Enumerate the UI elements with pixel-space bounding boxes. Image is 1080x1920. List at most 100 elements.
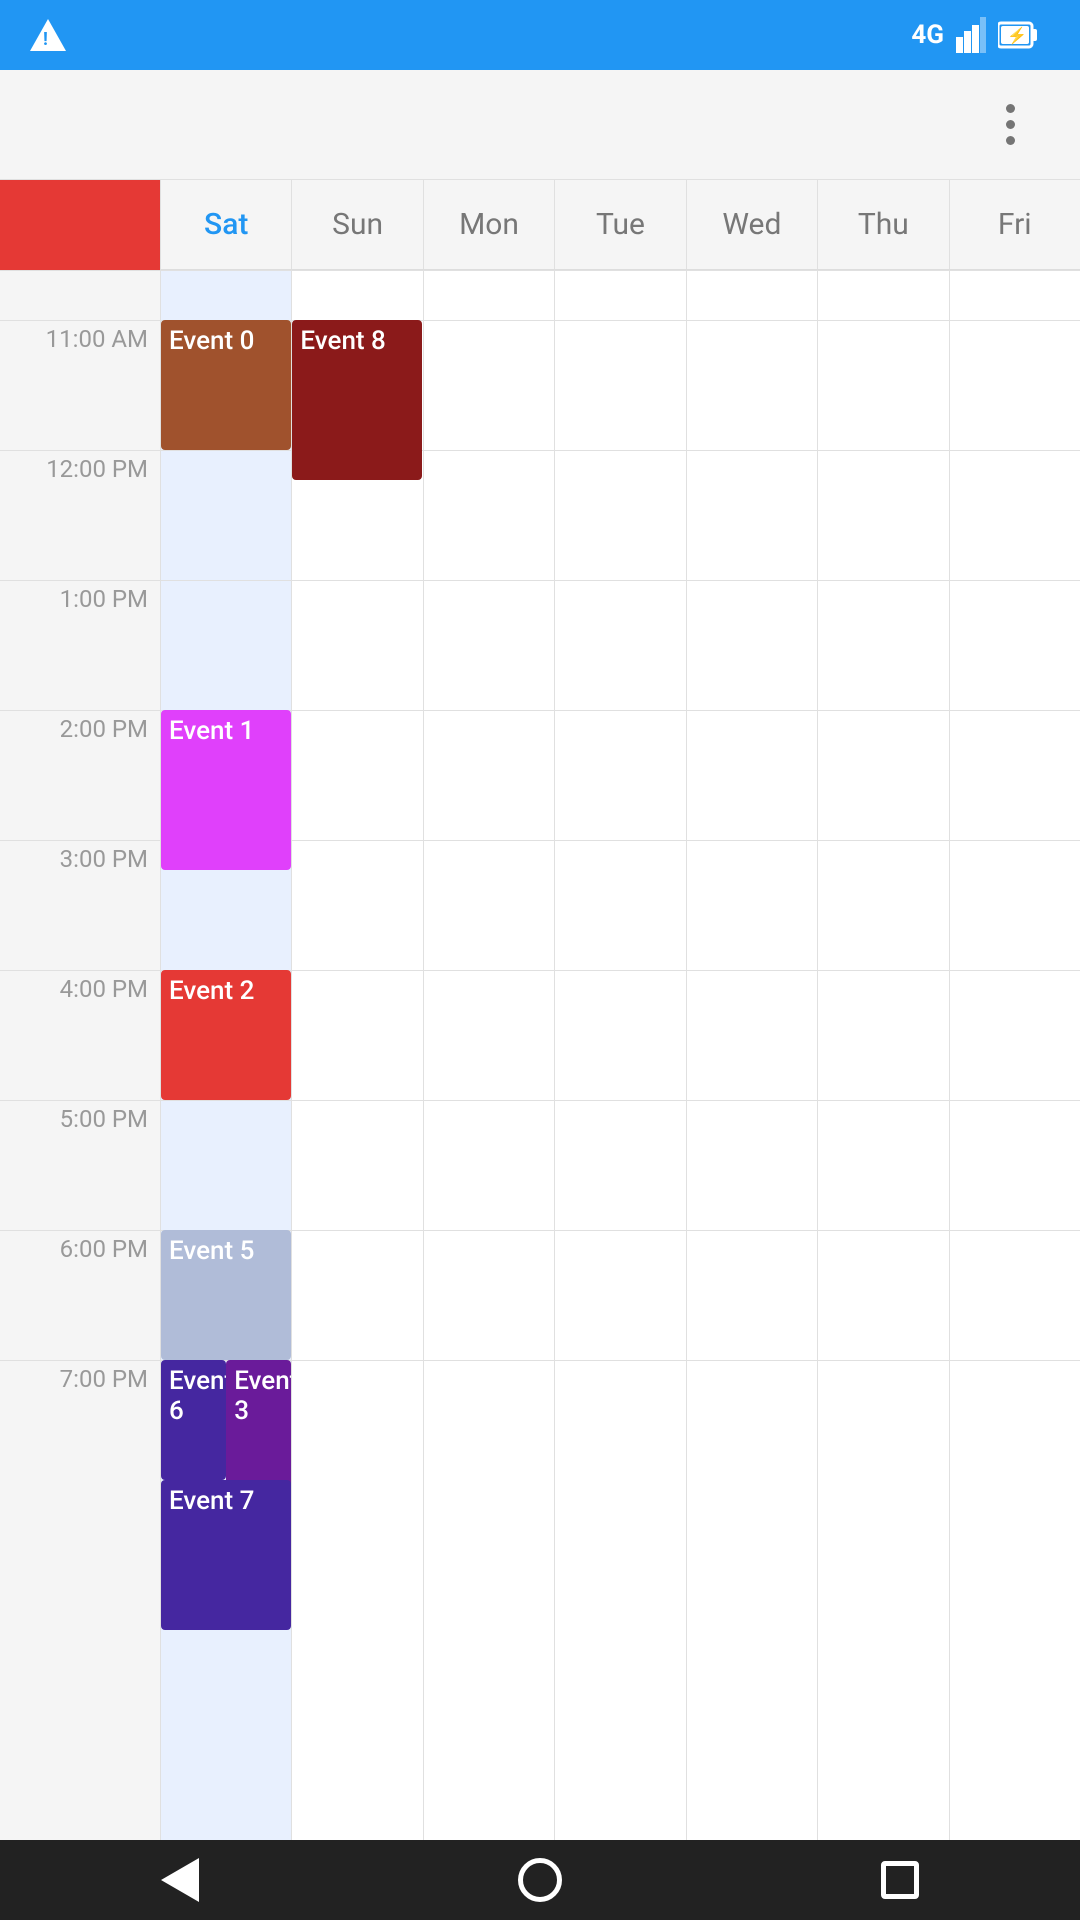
hour-cell-sun-6: [292, 1100, 422, 1230]
hour-cell-thu-3: [818, 710, 948, 840]
time-slot-1: 12:00 PM: [0, 450, 160, 580]
overflow-menu-button[interactable]: [980, 95, 1040, 155]
time-slot-2: 1:00 PM: [0, 580, 160, 710]
hour-cell-wed-2: [687, 580, 817, 710]
bottom-nav: [0, 1840, 1080, 1920]
event-event6[interactable]: Event 6: [161, 1360, 226, 1480]
signal-icon: 4G: [911, 20, 944, 50]
event-event1[interactable]: Event 1: [161, 710, 291, 870]
back-icon: [161, 1858, 199, 1902]
hour-cell-fri-5: [950, 970, 1080, 1100]
day-header-fri[interactable]: Fri: [949, 180, 1080, 269]
day-partial-top-fri: [950, 270, 1080, 320]
hour-cell-tue-0: [555, 320, 685, 450]
hour-cell-thu-7: [818, 1230, 948, 1360]
time-slot-4: 3:00 PM: [0, 840, 160, 970]
hour-cell-mon-2: [424, 580, 554, 710]
status-bar-left: [30, 0, 66, 70]
three-dots-icon: [1006, 104, 1015, 145]
svg-text:⚡: ⚡: [1007, 26, 1027, 45]
day-partial-top-mon: [424, 270, 554, 320]
hour-cell-mon-0: [424, 320, 554, 450]
day-column-sat: Event 0 Event 1 Event 2 Event 5Event 6Event…: [160, 270, 291, 1840]
hour-cell-sun-5: [292, 970, 422, 1100]
hour-cell-thu-4: [818, 840, 948, 970]
hour-cell-thu-1: [818, 450, 948, 580]
day-header-mon[interactable]: Mon: [423, 180, 554, 269]
hour-cell-thu-0: [818, 320, 948, 450]
hour-cell-mon-3: [424, 710, 554, 840]
hour-cell-tue-2: [555, 580, 685, 710]
hour-cell-tue-5: [555, 970, 685, 1100]
day-header-tue[interactable]: Tue: [554, 180, 685, 269]
hour-cell-mon-5: [424, 970, 554, 1100]
status-icons: 4G ⚡: [911, 17, 1050, 53]
recent-apps-icon: [881, 1861, 919, 1899]
hour-cell-thu-8: [818, 1360, 948, 1490]
event-event2[interactable]: Event 2: [161, 970, 291, 1100]
days-grid: Event 0Event 1Event 2Event 5Event 6Event…: [160, 270, 1080, 1840]
hour-cell-wed-3: [687, 710, 817, 840]
hour-cell-fri-6: [950, 1100, 1080, 1230]
hour-cell-mon-1: [424, 450, 554, 580]
week-header: SatSunMonTueWedThuFri: [0, 180, 1080, 270]
day-partial-top-thu: [818, 270, 948, 320]
hour-cell-fri-0: [950, 320, 1080, 450]
day-header-thu[interactable]: Thu: [817, 180, 948, 269]
hour-cell-mon-4: [424, 840, 554, 970]
hour-cell-mon-7: [424, 1230, 554, 1360]
time-gutter: 11:00 AM12:00 PM1:00 PM2:00 PM3:00 PM4:0…: [0, 270, 160, 1840]
hour-cell-thu-2: [818, 580, 948, 710]
recent-apps-button[interactable]: [860, 1840, 940, 1920]
hour-cell-wed-5: [687, 970, 817, 1100]
hour-cell-wed-7: [687, 1230, 817, 1360]
toolbar: [0, 70, 1080, 180]
home-button[interactable]: [500, 1840, 580, 1920]
event-event0[interactable]: Event 0: [161, 320, 291, 450]
drag-me-button[interactable]: [0, 180, 160, 270]
hour-cell-sun-8: [292, 1360, 422, 1490]
hour-cell-thu-6: [818, 1100, 948, 1230]
day-partial-top-sun: [292, 270, 422, 320]
day-header-sun[interactable]: Sun: [291, 180, 422, 269]
hour-cell-tue-3: [555, 710, 685, 840]
hour-cell-mon-8: [424, 1360, 554, 1490]
day-column-sun: Event 8: [291, 270, 422, 1840]
hour-cell-wed-6: [687, 1100, 817, 1230]
hour-cell-sat-6: [161, 1100, 291, 1230]
day-header-sat[interactable]: Sat: [160, 180, 291, 269]
hour-cell-tue-6: [555, 1100, 685, 1230]
day-column-fri: [949, 270, 1080, 1840]
hour-cell-wed-8: [687, 1360, 817, 1490]
event-event5[interactable]: Event 5: [161, 1230, 291, 1360]
hour-cell-fri-3: [950, 710, 1080, 840]
back-button[interactable]: [140, 1840, 220, 1920]
hour-cell-fri-8: [950, 1360, 1080, 1490]
hour-cell-wed-0: [687, 320, 817, 450]
time-slot-3: 2:00 PM: [0, 710, 160, 840]
battery-charging-icon: ⚡: [998, 17, 1038, 53]
day-column-mon: [423, 270, 554, 1840]
day-column-tue: [554, 270, 685, 1840]
time-slot-8: 7:00 PM: [0, 1360, 160, 1490]
day-headers: SatSunMonTueWedThuFri: [160, 180, 1080, 269]
hour-cell-fri-1: [950, 450, 1080, 580]
hour-cell-wed-4: [687, 840, 817, 970]
hour-cell-sat-1: [161, 450, 291, 580]
event-event8[interactable]: Event 8: [292, 320, 422, 480]
hour-cell-sun-7: [292, 1230, 422, 1360]
day-column-wed: [686, 270, 817, 1840]
hour-cell-mon-6: [424, 1100, 554, 1230]
day-header-wed[interactable]: Wed: [686, 180, 817, 269]
calendar-body: 11:00 AM12:00 PM1:00 PM2:00 PM3:00 PM4:0…: [0, 270, 1080, 1840]
status-bar: 4G ⚡: [0, 0, 1080, 70]
hour-cell-wed-1: [687, 450, 817, 580]
hour-cell-sun-2: [292, 580, 422, 710]
time-slot-7: 6:00 PM: [0, 1230, 160, 1360]
hour-cell-tue-4: [555, 840, 685, 970]
day-partial-top-sat: [161, 270, 291, 320]
hour-cell-sun-3: [292, 710, 422, 840]
day-partial-top-wed: [687, 270, 817, 320]
event-event7[interactable]: Event 7: [161, 1480, 291, 1630]
hour-cell-fri-4: [950, 840, 1080, 970]
